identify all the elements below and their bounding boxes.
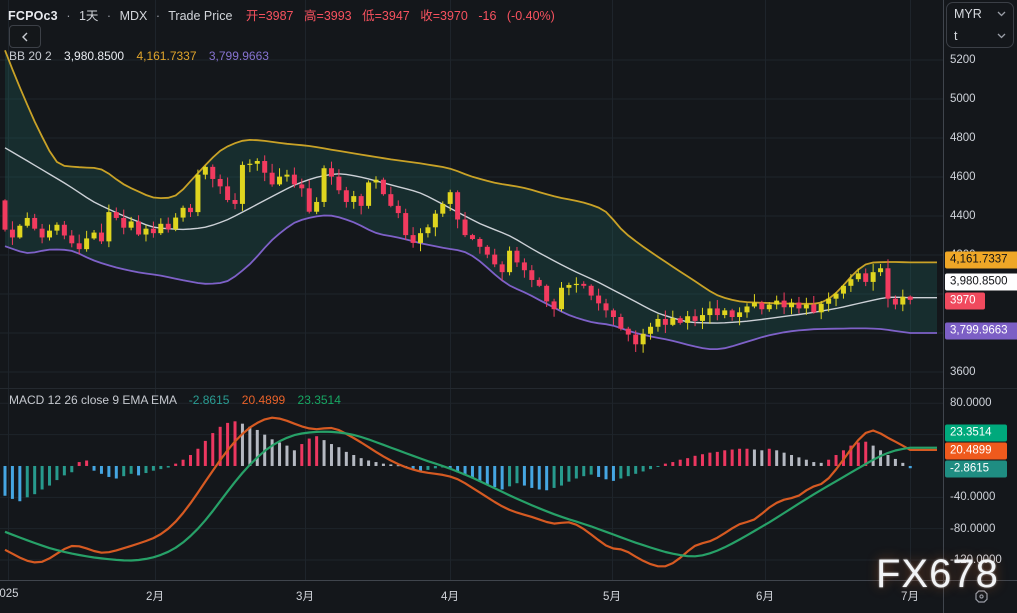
open-value: 开=3987 [246,9,294,23]
back-button[interactable] [9,25,41,48]
price-scale[interactable]: 520050004800460044004200360080.0000-40.0… [944,0,1017,580]
price-tick-label: 5200 [950,54,976,66]
price-badge: 20.4899 [945,443,1007,460]
macd-pane[interactable] [4,418,938,567]
time-axis-month: 2月 [146,588,164,604]
macd-hist-value: -2.8615 [189,393,230,407]
chevron-down-icon [997,11,1006,17]
symbol-name[interactable]: FCPOc3 [8,9,58,23]
price-badge: -2.8615 [945,461,1007,478]
price-badge: 3970 [945,293,985,310]
time-axis-month: 3月 [296,588,314,604]
bb-upper-value: 4,161.7337 [136,49,196,63]
time-axis-year: 2025 [0,588,19,600]
price-badge: 3,980.8500 [945,274,1017,291]
time-scale[interactable]: 2025 2月3月4月5月6月7月 [0,581,1017,613]
time-axis-month: 4月 [441,588,459,604]
macd-tick-label: -40.0000 [950,491,995,503]
bb-label: BB 20 2 [9,49,52,63]
macd-histogram [4,421,912,501]
macd-line [5,418,937,567]
price-tick-label: 3600 [950,366,976,378]
separator-dot: · [66,9,70,23]
interval-button[interactable]: 1天 [79,9,98,23]
chevron-left-icon [21,32,29,42]
price-tick-label: 4800 [950,132,976,144]
unit-value: t [954,29,957,43]
symbol-header: FCPOc3 · 1天 · MDX · Trade Price 开=3987 高… [8,5,562,24]
price-badge: 4,161.7337 [945,252,1017,269]
price-pane[interactable] [3,50,938,352]
exchange-label[interactable]: MDX [120,9,148,23]
macd-line-value: 20.4899 [242,393,285,407]
price-tick-label: 5000 [950,93,976,105]
currency-value: MYR [954,7,982,21]
unit-dropdown[interactable]: t [947,25,1013,47]
price-badge: 23.3514 [945,425,1007,442]
fx678-watermark: FX678 [876,552,999,597]
scale-unit-selects: MYR t [946,2,1014,48]
price-badge: 3,799.9663 [945,323,1017,340]
price-tick-label: 4600 [950,171,976,183]
low-value: 低=3947 [362,9,410,23]
ohlc-values: 开=3987 高=3993 低=3947 收=3970 -16 (-0.40%) [246,9,562,23]
chart-area[interactable] [0,0,1017,613]
macd-tick-label: 80.0000 [950,397,992,409]
trading-chart-app: FCPOc3 · 1天 · MDX · Trade Price 开=3987 高… [0,0,1017,613]
change-percent: (-0.40%) [507,9,555,23]
price-tick-label: 4400 [950,210,976,222]
bb-indicator-legend[interactable]: BB 20 2 3,980.8500 4,161.7337 3,799.9663 [9,49,269,63]
currency-dropdown[interactable]: MYR [947,3,1013,25]
macd-label: MACD 12 26 close 9 EMA EMA [9,393,176,407]
time-axis-month: 5月 [603,588,621,604]
chevron-down-icon [997,33,1006,39]
series-type-label[interactable]: Trade Price [168,9,232,23]
macd-signal-value: 23.3514 [298,393,341,407]
change-value: -16 [478,9,496,23]
bb-lower-value: 3,799.9663 [209,49,269,63]
macd-tick-label: -80.0000 [950,523,995,535]
close-value: 收=3970 [420,9,468,23]
time-axis-month: 6月 [756,588,774,604]
bb-middle-value: 3,980.8500 [64,49,124,63]
macd-indicator-legend[interactable]: MACD 12 26 close 9 EMA EMA -2.8615 20.48… [9,393,341,407]
separator-dot: · [107,9,111,23]
separator-dot: · [156,9,160,23]
high-value: 高=3993 [304,9,352,23]
